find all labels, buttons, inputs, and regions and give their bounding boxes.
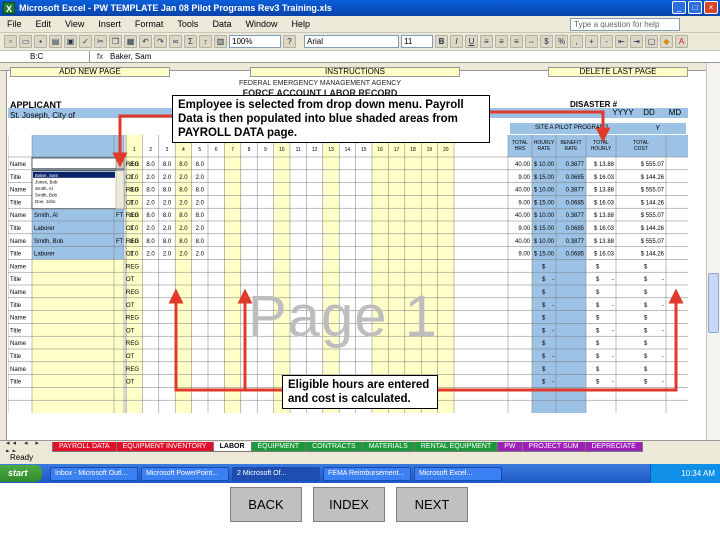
taskbar-item[interactable]: 2 Microsoft Of... [232, 466, 320, 481]
tab-scroll-arrows[interactable]: ◂◂ ◂ ▸ ▸▸ [0, 441, 52, 452]
sheet-tab-materials[interactable]: MATERIALS [361, 441, 415, 452]
windows-taskbar: start Inbox - Microsoft Outl... Microsoft… [0, 464, 720, 483]
sheet-tabs-bar: ◂◂ ◂ ▸ ▸▸ PAYROLL DATA EQUIPMENT INVENTOR… [0, 440, 720, 452]
sheet-tab-depreciate[interactable]: DEPRECIATE [584, 441, 643, 452]
system-tray-clock: 10:34 AM [650, 464, 720, 483]
taskbar-item[interactable]: Microsoft PowerPoint... [141, 466, 229, 481]
sheet-tab-payroll-data[interactable]: PAYROLL DATA [52, 441, 117, 452]
arrow-to-dropdown [112, 114, 172, 168]
taskbar-item[interactable]: Microsoft Excel... [414, 466, 502, 481]
index-button[interactable]: INDEX [313, 487, 385, 522]
next-button[interactable]: NEXT [396, 487, 468, 522]
sheet-tab-project-sum[interactable]: PROJECT SUM [521, 441, 586, 452]
arrow-to-cost [438, 288, 684, 392]
arrow-to-blue-area [490, 110, 611, 143]
taskbar-item[interactable]: FEMA Reimbursement... [323, 466, 411, 481]
back-button[interactable]: BACK [230, 487, 302, 522]
start-button[interactable]: start [0, 465, 42, 482]
status-bar: Ready [0, 452, 720, 464]
sheet-tab-equipment[interactable]: EQUIPMENT [250, 441, 307, 452]
page-watermark: Page 1 [248, 284, 438, 349]
sheet-tab-labor[interactable]: LABOR [212, 441, 252, 452]
sheet-tab-contracts[interactable]: CONTRACTS [305, 441, 363, 452]
sheet-tab-equipment-inventory[interactable]: EQUIPMENT INVENTORY [115, 441, 214, 452]
taskbar-item[interactable]: Inbox - Microsoft Outl... [50, 466, 138, 481]
sheet-tab-rental-equipment[interactable]: RENTAL EQUIPMENT [413, 441, 499, 452]
sheet-tab-pw[interactable]: PW [497, 441, 523, 452]
